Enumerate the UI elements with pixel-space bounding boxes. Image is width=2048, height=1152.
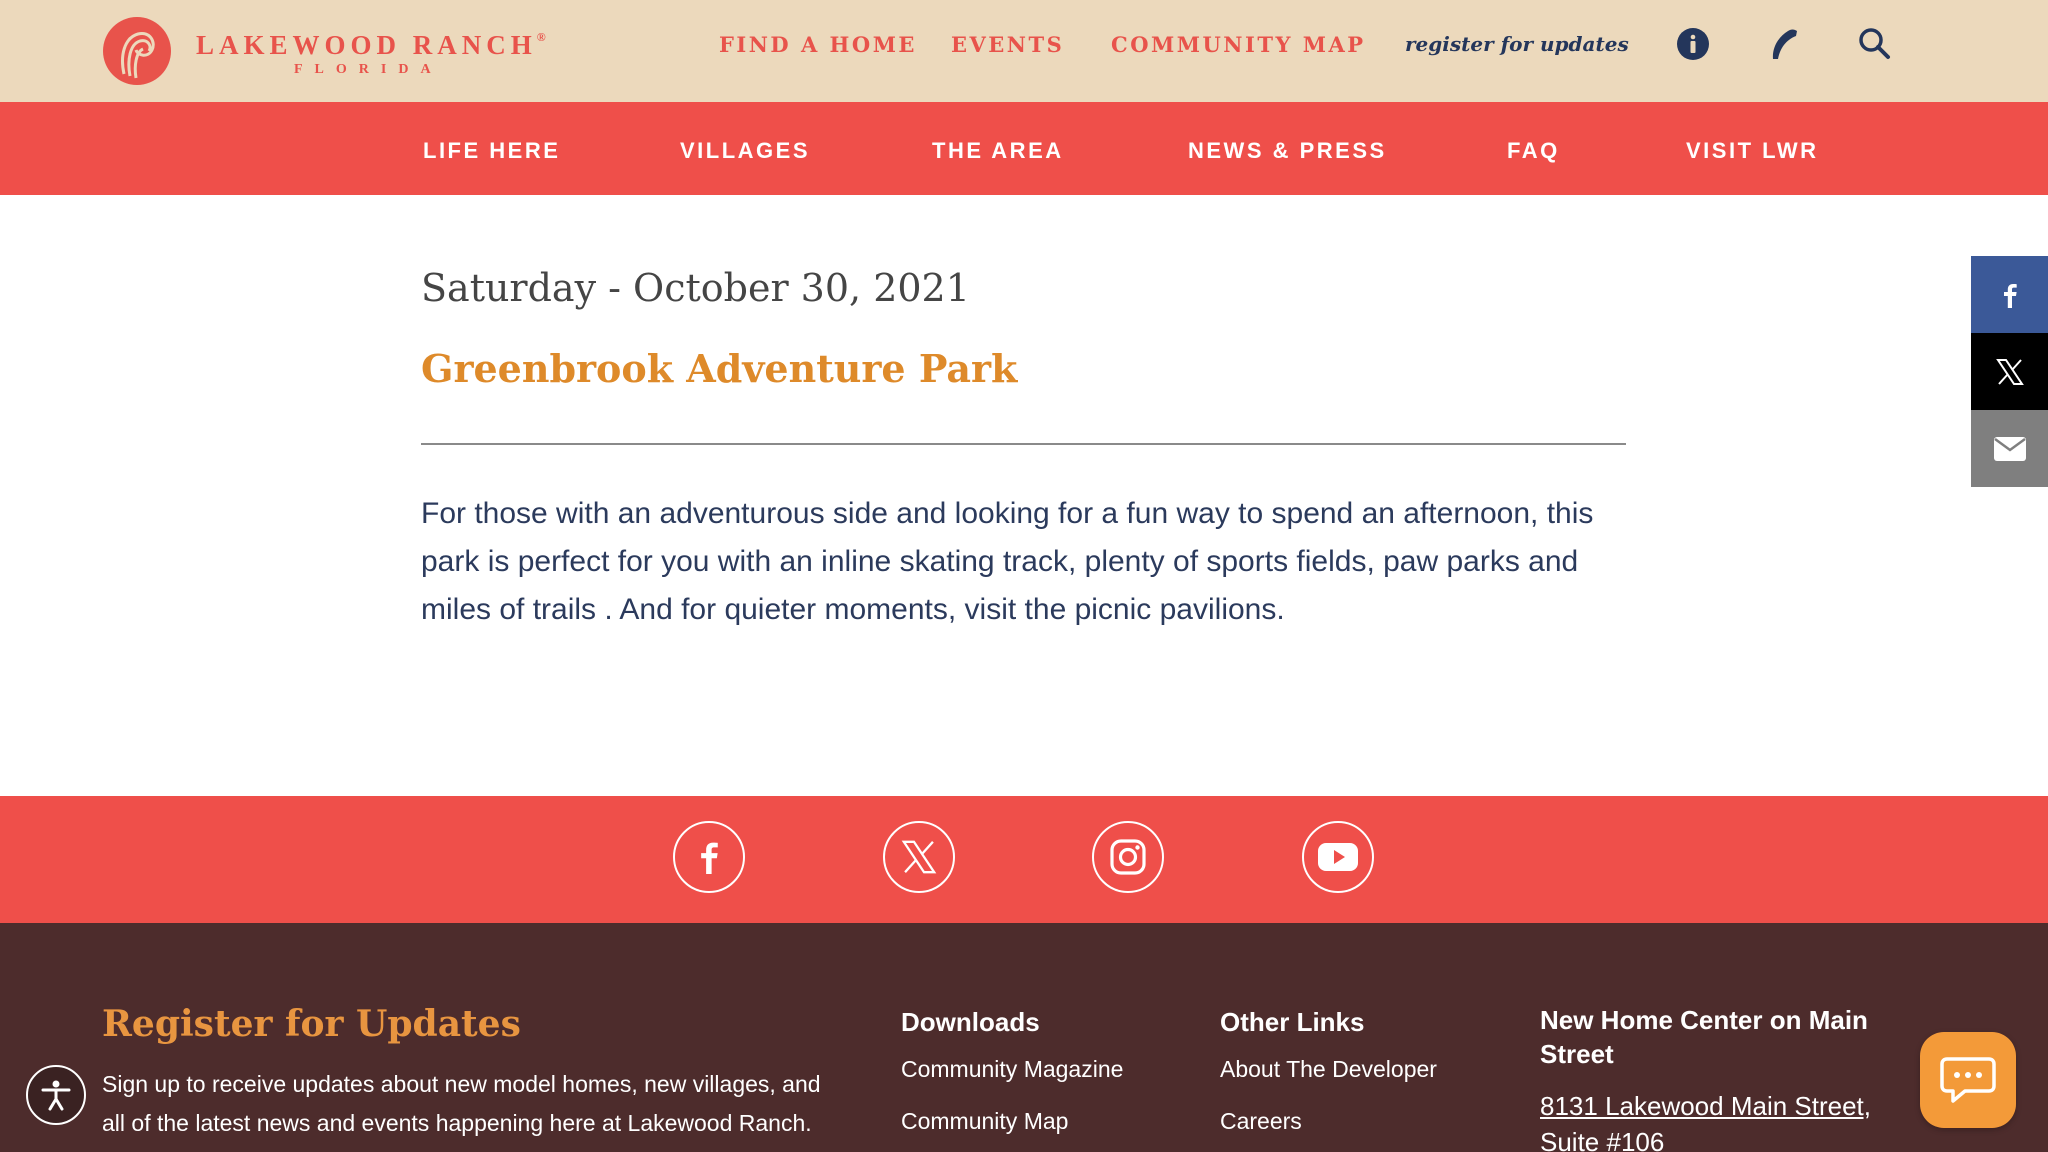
info-icon[interactable] <box>1675 26 1711 62</box>
share-facebook-button[interactable] <box>1971 256 2048 333</box>
footer-link-about-developer[interactable]: About The Developer <box>1220 1056 1437 1083</box>
event-date: Saturday - October 30, 2021 <box>421 266 970 310</box>
phone-icon[interactable] <box>1766 26 1802 62</box>
social-instagram-link[interactable] <box>1092 821 1164 893</box>
search-icon[interactable] <box>1856 26 1892 62</box>
nav-the-area[interactable]: THE AREA <box>932 138 1064 164</box>
social-facebook-link[interactable] <box>673 821 745 893</box>
x-icon <box>901 840 937 874</box>
x-icon <box>1995 358 2024 385</box>
event-title: Greenbrook Adventure Park <box>421 346 1018 391</box>
youtube-icon <box>1318 843 1358 871</box>
accessibility-icon <box>41 1080 71 1111</box>
nav-community-map[interactable]: COMMUNITY MAP <box>1111 32 1366 57</box>
nav-find-a-home[interactable]: FIND A HOME <box>719 32 917 57</box>
instagram-icon <box>1110 839 1146 875</box>
facebook-icon <box>701 842 718 874</box>
facebook-icon <box>2003 283 2017 308</box>
divider <box>421 443 1626 445</box>
social-x-link[interactable] <box>883 821 955 893</box>
chat-bubble-icon <box>1940 1057 1996 1103</box>
footer-link-community-magazine[interactable]: Community Magazine <box>901 1056 1123 1083</box>
footer-address-link[interactable]: 8131 Lakewood Main Street, Suite #106 <box>1540 1088 1920 1152</box>
site-footer: Register for Updates Sign up to receive … <box>0 923 2048 1152</box>
nav-life-here[interactable]: LIFE HERE <box>423 138 560 164</box>
nav-visit-lwr[interactable]: VISIT LWR <box>1686 138 1819 164</box>
social-links-band <box>0 796 2048 923</box>
footer-link-community-map[interactable]: Community Map <box>901 1108 1068 1135</box>
footer-register-text: Sign up to receive updates about new mod… <box>102 1071 821 1136</box>
share-x-button[interactable] <box>1971 333 2048 410</box>
main-nav: LIFE HERE VILLAGES THE AREA NEWS & PRESS… <box>0 102 2048 195</box>
footer-link-careers[interactable]: Careers <box>1220 1108 1302 1135</box>
footer-new-home-center-heading: New Home Center on Main Street <box>1540 1005 1868 1069</box>
nav-villages[interactable]: VILLAGES <box>680 138 810 164</box>
accessibility-button[interactable] <box>26 1065 86 1125</box>
logo-location: FLORIDA <box>294 62 443 77</box>
footer-register-heading: Register for Updates <box>102 1003 521 1045</box>
register-for-updates-link[interactable]: register for updates <box>1405 32 1629 56</box>
logo-mark-icon <box>103 17 171 85</box>
nav-faq[interactable]: FAQ <box>1507 138 1560 164</box>
chat-button[interactable] <box>1920 1032 2016 1128</box>
top-header: LAKEWOOD RANCH® FLORIDA FIND A HOME EVEN… <box>0 0 2048 102</box>
footer-downloads-heading: Downloads <box>901 1007 1040 1037</box>
site-logo[interactable]: LAKEWOOD RANCH® FLORIDA <box>102 16 546 86</box>
social-youtube-link[interactable] <box>1302 821 1374 893</box>
footer-other-links-heading: Other Links <box>1220 1007 1365 1037</box>
event-description: For those with an adventurous side and l… <box>421 497 1594 626</box>
logo-wordmark: LAKEWOOD RANCH® <box>196 30 546 60</box>
nav-news-press[interactable]: NEWS & PRESS <box>1188 138 1387 164</box>
email-icon <box>1993 436 2026 461</box>
nav-events[interactable]: EVENTS <box>951 32 1064 57</box>
share-email-button[interactable] <box>1971 410 2048 487</box>
